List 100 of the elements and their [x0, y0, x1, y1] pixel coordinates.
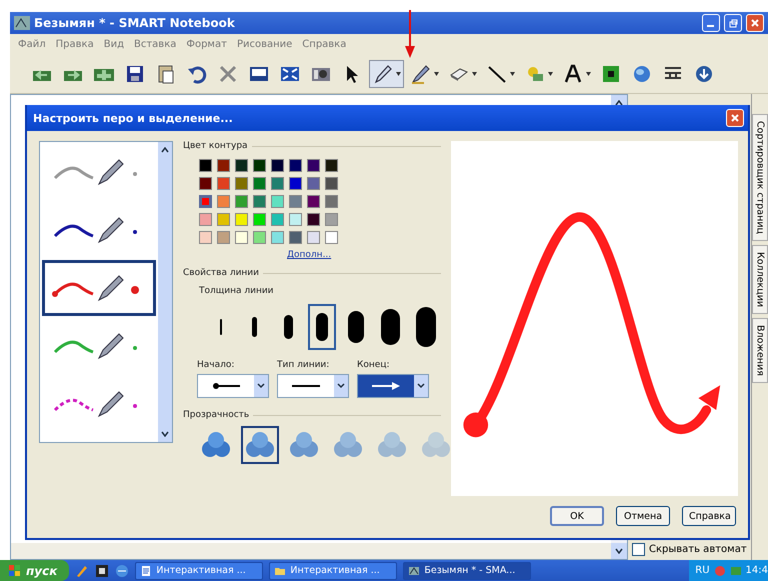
color-swatch[interactable] — [217, 195, 230, 208]
color-swatch[interactable] — [217, 213, 230, 226]
restore-button[interactable] — [724, 14, 742, 32]
chevron-down-icon — [161, 431, 169, 437]
color-swatch[interactable] — [235, 213, 248, 226]
color-swatch[interactable] — [253, 159, 266, 172]
color-swatch[interactable] — [253, 177, 266, 190]
color-swatch[interactable] — [199, 159, 212, 172]
annotation-arrow-icon — [405, 10, 415, 58]
caret-icon — [472, 72, 477, 76]
color-swatch[interactable] — [289, 177, 302, 190]
dialog-button[interactable]: Отмена — [616, 506, 670, 526]
color-swatch[interactable] — [217, 159, 230, 172]
caret-icon — [510, 72, 515, 76]
window-title: Безымян * - SMART Notebook — [34, 16, 236, 30]
color-swatch[interactable] — [325, 159, 338, 172]
color-swatch[interactable] — [253, 213, 266, 226]
color-swatch[interactable] — [235, 177, 248, 190]
autohide-checkbox[interactable]: Скрывать автомат — [632, 543, 747, 556]
side-tab[interactable]: Сортировщик страниц — [752, 114, 768, 241]
menu-item[interactable]: Правка — [56, 39, 94, 50]
color-swatch[interactable] — [199, 177, 212, 190]
close-button[interactable] — [726, 109, 744, 127]
caret-icon — [434, 72, 439, 76]
save-icon — [124, 63, 146, 85]
close-icon — [751, 19, 759, 27]
line-style-icon — [211, 381, 241, 391]
line-thickness-option[interactable] — [308, 304, 336, 350]
color-swatch[interactable] — [271, 177, 284, 190]
thickness-label: Толщина линии — [199, 286, 275, 296]
color-swatch[interactable] — [271, 213, 284, 226]
line-style-dropdown[interactable] — [197, 374, 269, 398]
color-swatch[interactable] — [235, 231, 248, 244]
menu-item[interactable]: Справка — [302, 39, 346, 50]
line-style-dropdown[interactable] — [357, 374, 429, 398]
line-style-icon — [291, 384, 321, 388]
side-tab[interactable]: Коллекции — [752, 244, 768, 314]
color-swatch[interactable] — [199, 231, 212, 244]
color-swatch[interactable] — [235, 195, 248, 208]
taskbar-button[interactable]: Интерактивная ... — [135, 562, 264, 580]
caret-icon — [548, 72, 553, 76]
clock: 14:4 — [746, 565, 768, 576]
color-swatch[interactable] — [217, 177, 230, 190]
color-swatch[interactable] — [253, 231, 266, 244]
color-swatch[interactable] — [289, 159, 302, 172]
caret-icon — [396, 72, 401, 76]
line-style-icon — [371, 381, 401, 391]
color-swatch[interactable] — [199, 213, 212, 226]
color-swatch[interactable] — [307, 195, 320, 208]
horizontal-scrollbar[interactable] — [11, 543, 611, 559]
pen-tool-button[interactable] — [369, 60, 404, 88]
color-swatch[interactable] — [325, 177, 338, 190]
start-button[interactable]: пуск — [0, 560, 70, 581]
color-swatch[interactable] — [325, 195, 338, 208]
chevron-up-icon — [161, 147, 169, 153]
quick-launch-icon[interactable] — [95, 564, 110, 578]
color-swatch[interactable] — [325, 213, 338, 226]
color-swatch[interactable] — [307, 231, 320, 244]
side-tab[interactable]: Вложения — [752, 318, 768, 383]
caret-icon — [586, 72, 591, 76]
dialog-button[interactable]: OK — [550, 506, 604, 526]
color-swatch[interactable] — [307, 177, 320, 190]
line-style-dropdown[interactable] — [277, 374, 349, 398]
dialog-button[interactable]: Справка — [682, 506, 736, 526]
menu-item[interactable]: Файл — [18, 39, 46, 50]
more-colors-link[interactable]: Дополн... — [287, 250, 332, 260]
color-swatch[interactable] — [235, 159, 248, 172]
color-swatch[interactable] — [271, 231, 284, 244]
color-swatch[interactable] — [307, 213, 320, 226]
menu-item[interactable]: Вид — [104, 39, 124, 50]
dropdown-label: Тип линии: — [277, 360, 330, 370]
color-swatch[interactable] — [253, 195, 266, 208]
section-label: Свойства линии — [183, 268, 259, 278]
taskbar-button[interactable]: Безымян * - SMA... — [403, 562, 532, 580]
menu-item[interactable]: Формат — [186, 39, 227, 50]
transparency-option[interactable] — [241, 426, 279, 464]
color-swatch[interactable] — [289, 213, 302, 226]
scroll-down-button[interactable] — [611, 543, 627, 559]
color-swatch[interactable] — [307, 159, 320, 172]
close-button[interactable] — [746, 14, 764, 32]
dropdown-label: Начало: — [197, 360, 236, 370]
pen-preset[interactable] — [42, 260, 156, 316]
color-swatch[interactable] — [271, 195, 284, 208]
menu-item[interactable]: Рисование — [236, 39, 292, 50]
menu-item[interactable]: Вставка — [134, 39, 176, 50]
color-swatch[interactable] — [271, 159, 284, 172]
color-swatch[interactable] — [325, 231, 338, 244]
windows-flag-icon — [8, 564, 22, 578]
pen-icon — [372, 63, 394, 85]
chevron-up-icon — [615, 100, 623, 106]
color-swatch[interactable] — [217, 231, 230, 244]
taskbar-button[interactable]: Интерактивная ... — [269, 562, 398, 580]
minimize-button[interactable] — [702, 14, 720, 32]
language-indicator[interactable]: RU — [695, 565, 710, 576]
color-swatch[interactable] — [199, 195, 212, 208]
fill-icon — [600, 63, 622, 85]
color-swatch[interactable] — [289, 231, 302, 244]
globe-icon — [631, 63, 653, 85]
more-icon — [693, 63, 715, 85]
color-swatch[interactable] — [289, 195, 302, 208]
